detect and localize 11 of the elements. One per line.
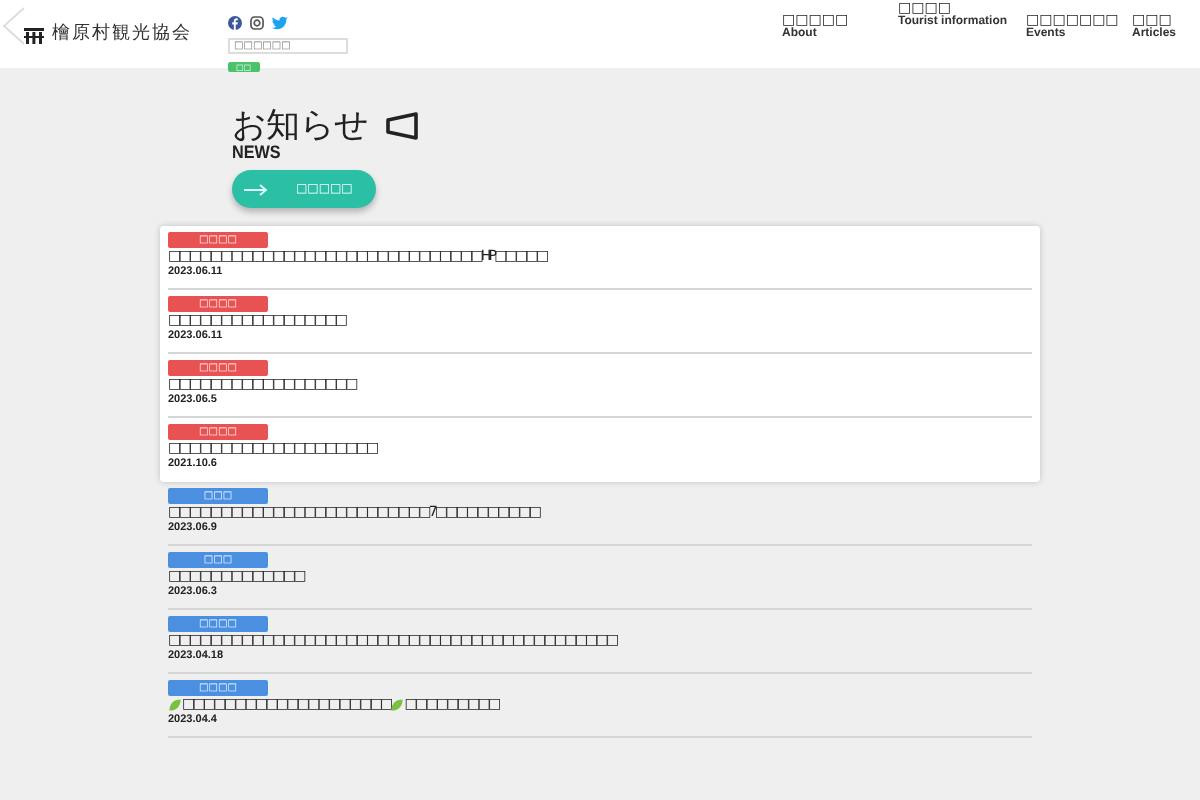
logo-text[interactable]: 檜原村観光協会 (52, 22, 192, 49)
twitter-icon[interactable] (272, 16, 288, 30)
page-subtitle: NEWS (232, 144, 283, 162)
megaphone-icon (384, 112, 420, 140)
facebook-icon[interactable] (228, 16, 242, 30)
page-title: お知らせ (232, 108, 368, 144)
logo-icon (24, 27, 44, 44)
arrow-icon (244, 183, 268, 195)
instagram-icon[interactable] (250, 16, 264, 30)
leaf-icon (168, 698, 182, 712)
leaf-icon (390, 698, 405, 712)
